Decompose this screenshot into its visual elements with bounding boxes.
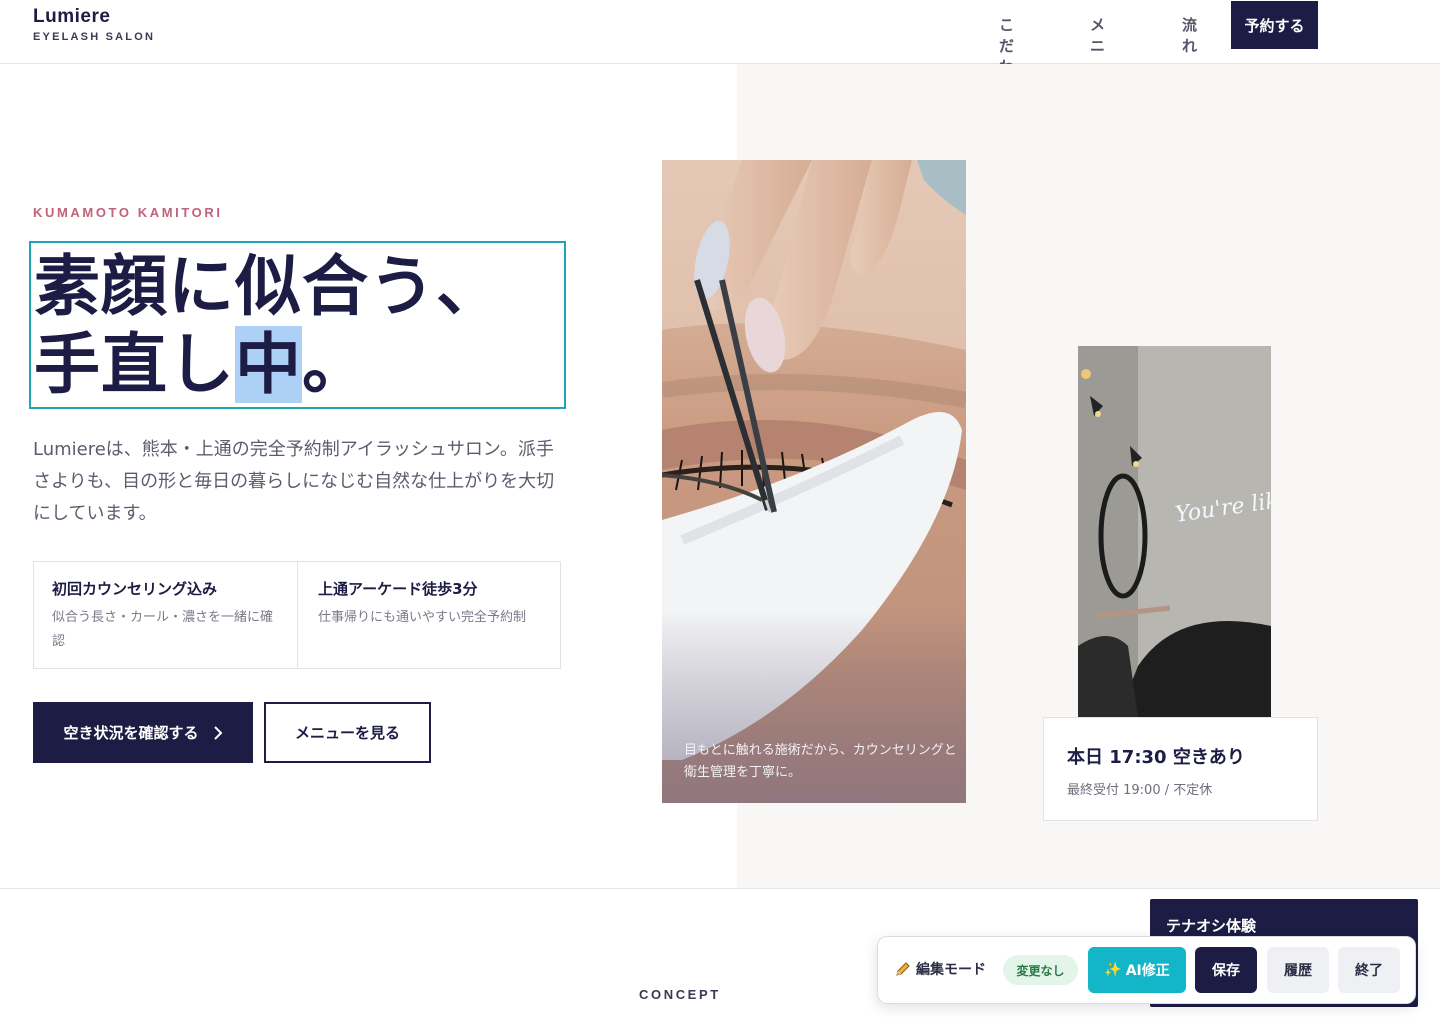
reserve-button[interactable]: 予約する [1231, 1, 1318, 49]
ai-fix-button[interactable]: ✨ AI修正 [1088, 947, 1186, 993]
pencil-icon [896, 962, 910, 976]
feature-text: 仕事帰りにも通いやすい完全予約制 [318, 610, 527, 625]
history-button[interactable]: 履歴 [1267, 947, 1329, 993]
feature-title: 上通アーケード徒歩3分 [318, 580, 478, 598]
hero-lead-text: Lumiereは、熊本・上通の完全予約制アイラッシュサロン。派手さよりも、目の形… [33, 439, 555, 524]
feature-item: 初回カウンセリング込み 似合う長さ・カール・濃さを一緒に確認 [34, 562, 297, 668]
eyelash-treatment-illustration [662, 160, 966, 803]
exit-button[interactable]: 終了 [1338, 947, 1400, 993]
section-divider [0, 888, 1440, 889]
headline-line-1: 素顔に似合う、 [34, 248, 503, 325]
availability-card: 本日 17:30 空きあり 最終受付 19:00 / 不定休 [1043, 717, 1318, 821]
check-availability-label: 空き状況を確認する [63, 724, 199, 742]
status-badge: 変更なし [1003, 955, 1078, 985]
logo-subtitle: EYELASH SALON [33, 31, 156, 43]
sparkles-icon: ✨ [1104, 962, 1122, 978]
ai-fix-label: AI修正 [1125, 963, 1170, 979]
availability-hours: 最終受付 19:00 / 不定休 [1067, 783, 1213, 798]
feature-title: 初回カウンセリング込み [52, 580, 218, 598]
text-selection: 中 [235, 326, 302, 403]
site-header: Lumiere EYELASH SALON こだわり メニュー 流れ 予約する [0, 0, 1440, 97]
view-menu-button[interactable]: メニューを見る [264, 702, 431, 763]
feature-text: 似合う長さ・カール・濃さを一緒に確認 [52, 610, 274, 649]
headline-line-2-start: 手直し [34, 326, 235, 403]
nav-link-flow[interactable]: 流れ [1182, 14, 1197, 56]
headline-line-2-end: 。 [302, 326, 369, 403]
hero-kicker: KUMAMOTO KAMITORI [33, 205, 223, 220]
feature-item: 上通アーケード徒歩3分 仕事帰りにも通いやすい完全予約制 [297, 562, 560, 668]
availability-title: 本日 17:30 空きあり [1067, 747, 1245, 768]
hero-headline[interactable]: 素顔に似合う、 手直し中。 [34, 248, 503, 404]
salon-interior-photo: You're like, Really pr [1078, 346, 1271, 717]
edit-mode-indicator: 編集モード [894, 959, 986, 979]
chevron-right-icon [213, 725, 222, 740]
check-availability-button[interactable]: 空き状況を確認する [33, 702, 253, 763]
salon-interior-illustration: You're like, Really pr [1078, 346, 1271, 717]
concept-kicker: CONCEPT [639, 987, 721, 1002]
edit-toolbar: 編集モード 変更なし ✨ AI修正 保存 履歴 終了 [877, 936, 1416, 1004]
edit-mode-label: 編集モード [916, 962, 986, 978]
save-button[interactable]: 保存 [1195, 947, 1257, 993]
tenaoshi-title: テナオシ体験 [1166, 917, 1257, 935]
eyelash-treatment-photo [662, 160, 966, 803]
logo-name[interactable]: Lumiere [33, 6, 110, 28]
photo-caption: 目もとに触れる施術だから、カウンセリングと衛生管理を丁寧に。 [684, 743, 957, 780]
feature-box: 初回カウンセリング込み 似合う長さ・カール・濃さを一緒に確認 上通アーケード徒歩… [33, 561, 561, 669]
